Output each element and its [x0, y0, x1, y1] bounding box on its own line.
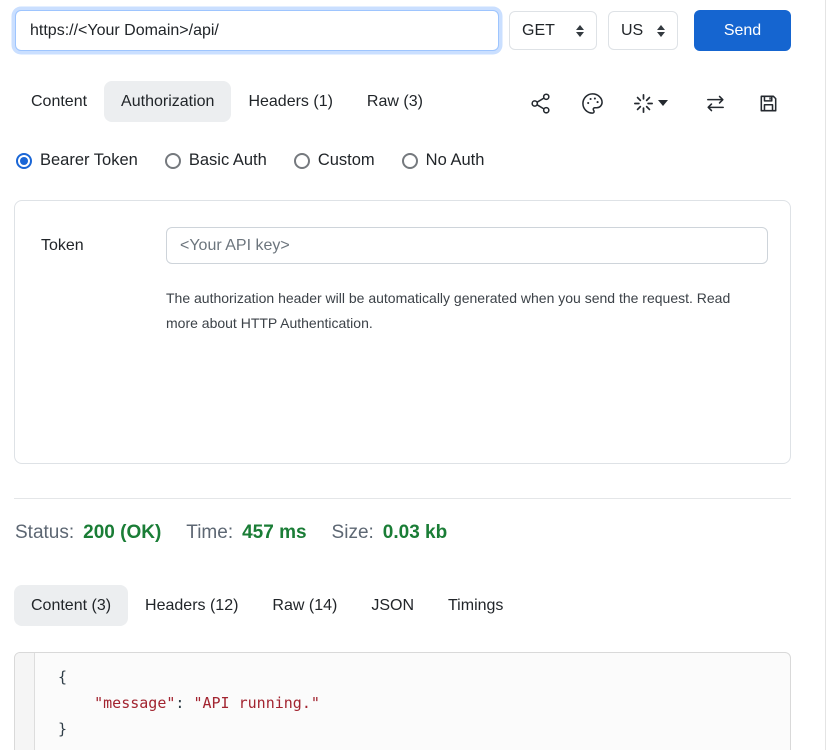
region-select[interactable]: US — [608, 11, 678, 50]
response-tabs: Content (3) Headers (12) Raw (14) JSON T… — [14, 585, 520, 626]
radio-unselected-icon — [402, 153, 418, 169]
request-tabs: Content Authorization Headers (1) Raw (3… — [14, 81, 440, 122]
json-line: } — [58, 716, 780, 742]
status-value: 200 (OK) — [83, 522, 161, 544]
tab-response-timings[interactable]: Timings — [431, 585, 520, 626]
auth-type-options: Bearer Token Basic Auth Custom No Auth — [16, 151, 511, 170]
radio-basic-auth[interactable]: Basic Auth — [165, 151, 267, 170]
time-value: 457 ms — [242, 522, 306, 544]
tab-response-json[interactable]: JSON — [354, 585, 431, 626]
magic-wand-dropdown-icon[interactable] — [630, 90, 670, 116]
json-line: "message": "API running." — [58, 690, 780, 716]
time-stat: Time: 457 ms — [186, 522, 306, 544]
response-status-row: Status: 200 (OK) Time: 457 ms Size: 0.03… — [15, 522, 472, 544]
http-method-value: GET — [522, 22, 555, 40]
status-stat: Status: 200 (OK) — [15, 522, 161, 544]
size-label: Size: — [332, 522, 374, 544]
viewport-edge-divider — [825, 0, 826, 750]
radio-bearer-token[interactable]: Bearer Token — [16, 151, 138, 170]
send-button[interactable]: Send — [694, 10, 791, 51]
size-stat: Size: 0.03 kb — [332, 522, 448, 544]
status-label: Status: — [15, 522, 74, 544]
tab-authorization[interactable]: Authorization — [104, 81, 231, 122]
json-open-brace: { — [58, 668, 67, 686]
request-url-input[interactable] — [15, 10, 499, 51]
json-separator: : — [175, 694, 193, 712]
save-icon[interactable] — [755, 90, 781, 116]
select-updown-icon — [576, 25, 584, 37]
radio-selected-icon — [16, 153, 32, 169]
json-close-brace: } — [58, 720, 67, 738]
tab-content[interactable]: Content — [14, 81, 104, 122]
radio-unselected-icon — [294, 153, 310, 169]
response-divider — [14, 498, 791, 499]
tab-response-content[interactable]: Content (3) — [14, 585, 128, 626]
tab-raw[interactable]: Raw (3) — [350, 81, 440, 122]
radio-custom[interactable]: Custom — [294, 151, 375, 170]
tab-response-raw[interactable]: Raw (14) — [255, 585, 354, 626]
token-label: Token — [41, 237, 84, 255]
select-updown-icon — [657, 25, 665, 37]
json-key: "message" — [94, 694, 175, 712]
response-body-viewer[interactable]: { "message": "API running." } — [14, 652, 791, 750]
code-gutter — [15, 653, 35, 750]
json-indent — [58, 694, 94, 712]
time-label: Time: — [186, 522, 233, 544]
http-method-select[interactable]: GET — [509, 11, 597, 50]
json-value: "API running." — [193, 694, 319, 712]
radio-unselected-icon — [165, 153, 181, 169]
swap-arrows-icon[interactable] — [702, 90, 728, 116]
tab-response-headers[interactable]: Headers (12) — [128, 585, 255, 626]
size-value: 0.03 kb — [383, 522, 447, 544]
token-help-text: The authorization header will be automat… — [166, 286, 766, 336]
chevron-down-icon — [658, 100, 668, 106]
bearer-token-panel: Token The authorization header will be a… — [14, 200, 791, 464]
radio-no-auth[interactable]: No Auth — [402, 151, 485, 170]
tab-headers[interactable]: Headers (1) — [231, 81, 349, 122]
api-client-page: GET US Send Content Authorization Header… — [0, 0, 837, 750]
json-line: { — [58, 664, 780, 690]
region-value: US — [621, 22, 643, 40]
token-input[interactable] — [166, 227, 768, 264]
code-area: { "message": "API running." } — [35, 653, 790, 750]
palette-icon[interactable] — [579, 90, 605, 116]
share-icon[interactable] — [527, 90, 553, 116]
